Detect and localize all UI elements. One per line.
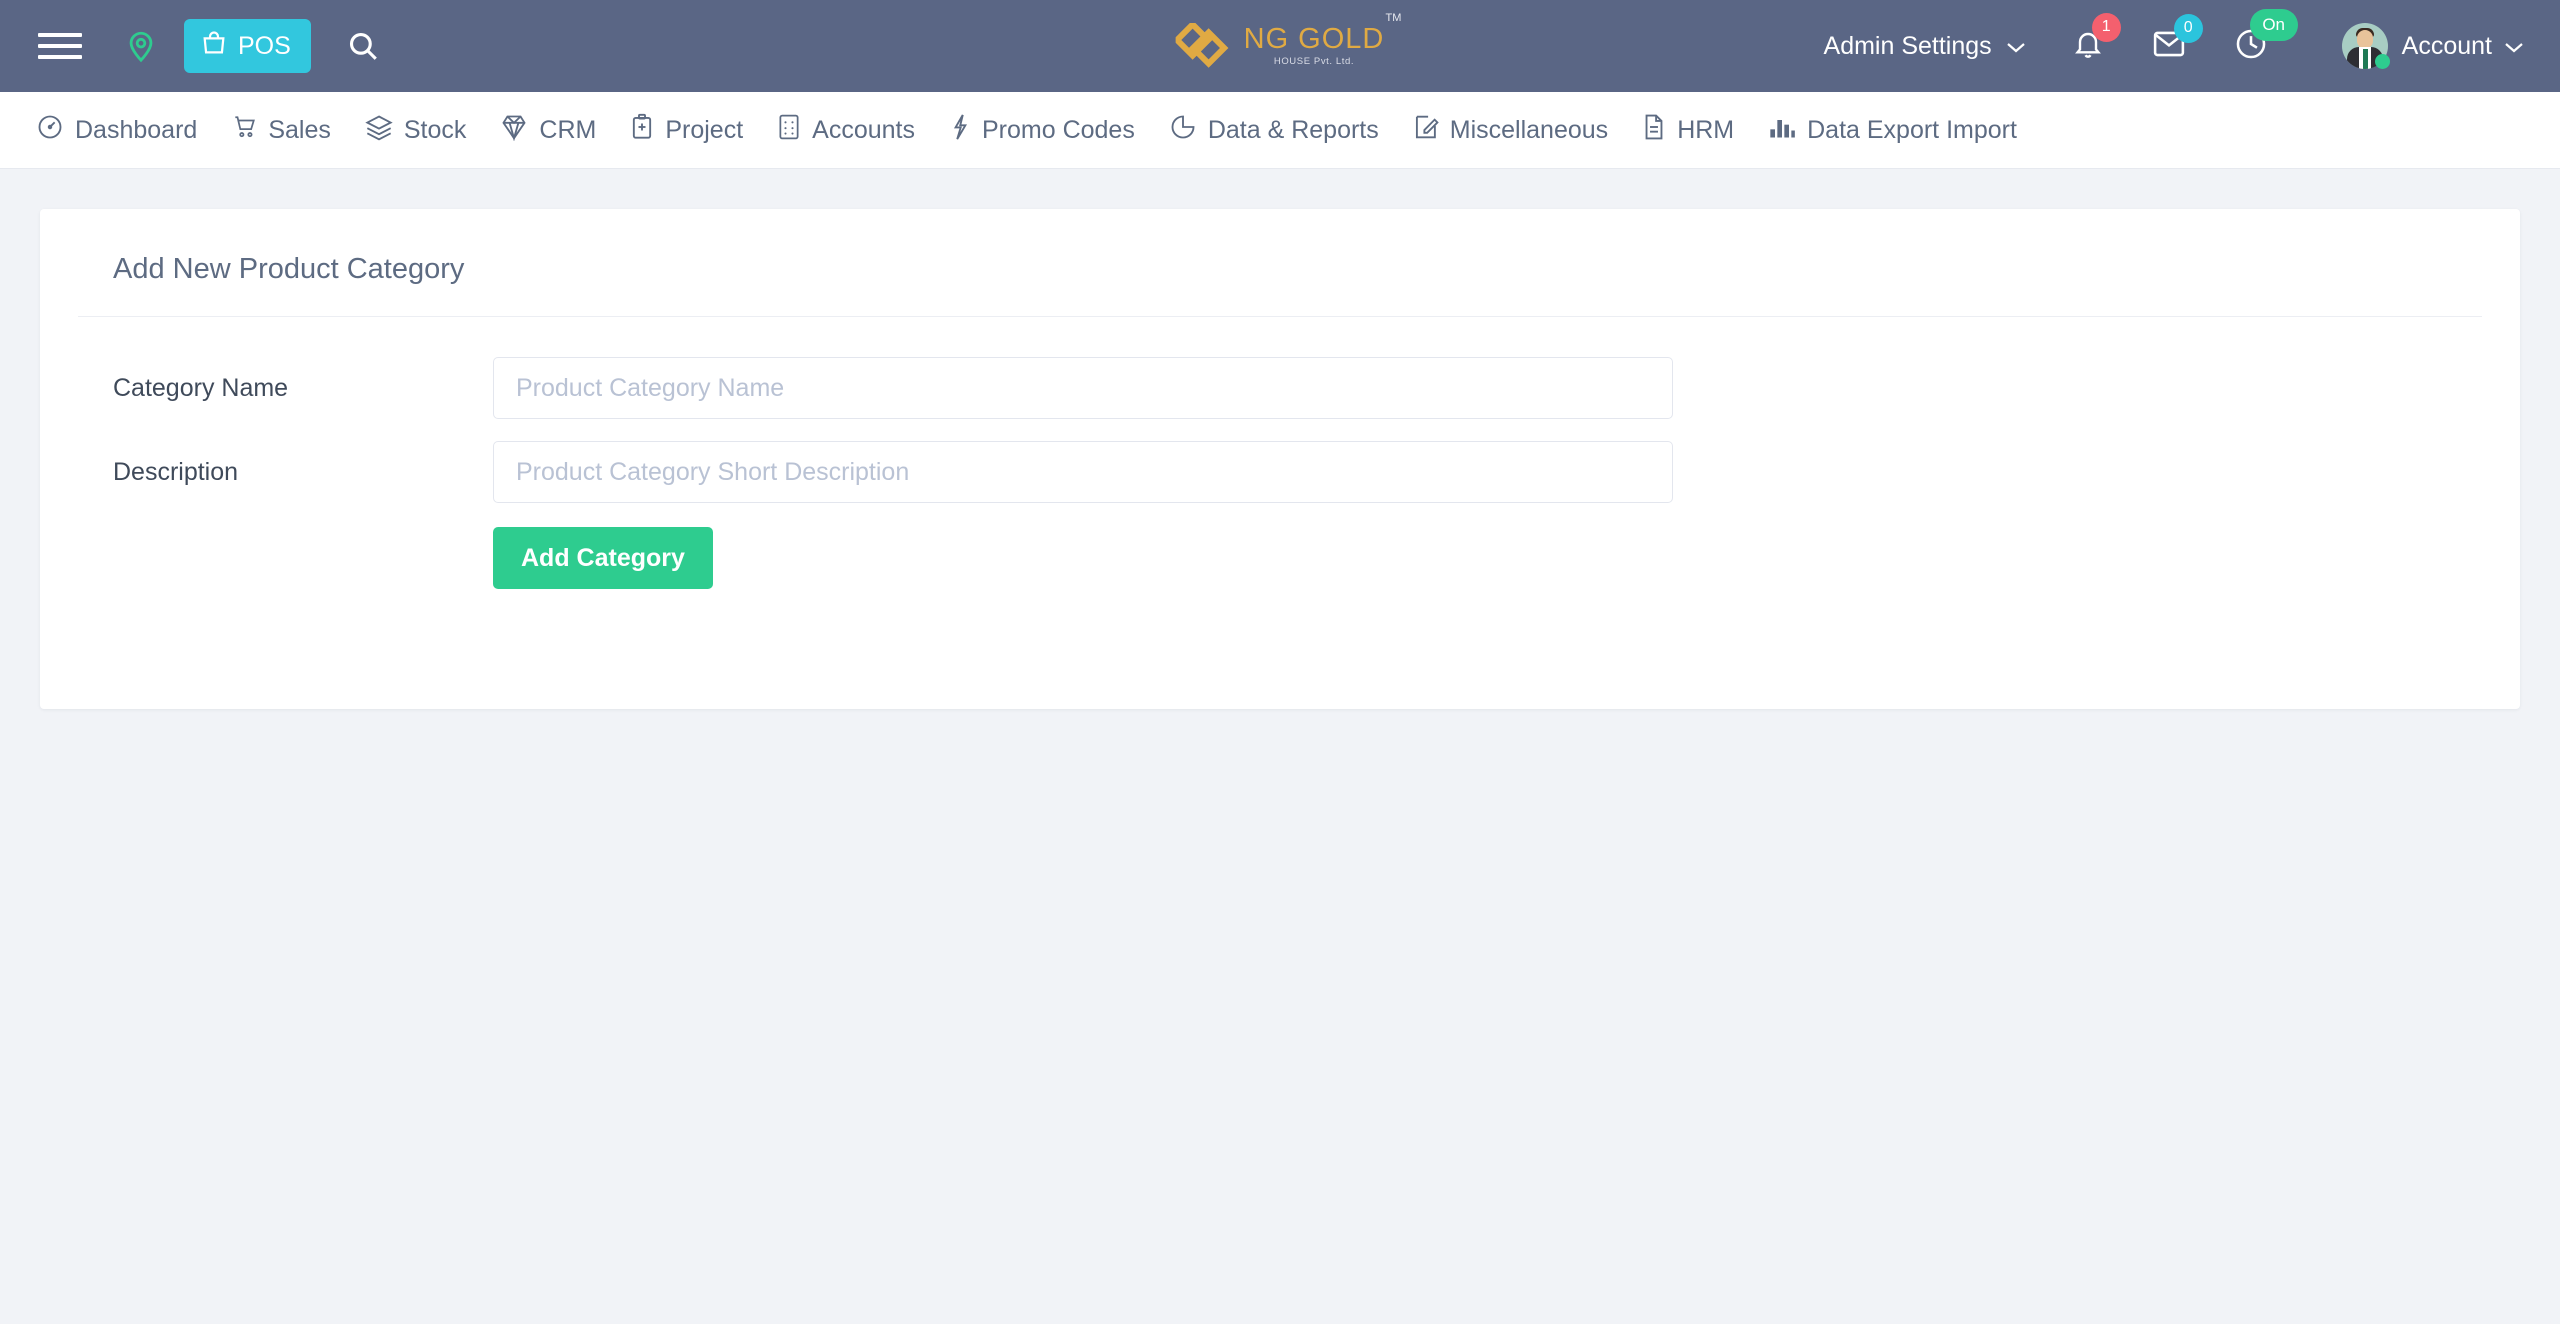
nav-label: Accounts [812, 115, 915, 144]
online-status-dot [2374, 54, 2390, 69]
clock-icon [2234, 29, 2268, 65]
nav-item-project[interactable]: Project [630, 113, 743, 148]
nav-label: Data Export Import [1807, 115, 2017, 144]
category-name-input[interactable] [493, 357, 1673, 419]
logo-main-text: NG GOLD [1243, 23, 1385, 55]
admin-settings-menu[interactable]: Admin Settings [1824, 32, 2026, 61]
messages-badge: 0 [2173, 13, 2203, 43]
shopping-bag-icon [200, 28, 228, 65]
messages-button[interactable]: 0 [2152, 13, 2203, 65]
nav-label: CRM [539, 115, 597, 144]
hamburger-icon[interactable] [38, 29, 82, 63]
hamburger-bar [38, 44, 82, 48]
map-pin-icon[interactable] [124, 27, 158, 65]
avatar-head [2356, 30, 2373, 48]
nav-item-dashboard[interactable]: Dashboard [36, 113, 197, 148]
nav-label: Stock [403, 115, 467, 144]
edit-square-icon [1413, 113, 1439, 148]
nav-label: Dashboard [75, 115, 198, 144]
logo-text: NG GOLD TM HOUSE Pvt. Ltd. [1243, 12, 1402, 67]
envelope-icon [2152, 31, 2186, 64]
nav-item-sales[interactable]: Sales [231, 113, 331, 148]
nav-item-stock[interactable]: Stock [365, 113, 467, 148]
form-row-description: Description [78, 441, 2482, 503]
category-name-label: Category Name [113, 373, 289, 402]
nav-item-crm[interactable]: CRM [500, 113, 596, 148]
nav-label: Miscellaneous [1449, 115, 1609, 144]
speedometer-icon [36, 113, 64, 148]
pos-button-label: POS [238, 31, 291, 60]
admin-settings-label: Admin Settings [1823, 31, 1992, 60]
notifications-button[interactable]: 1 [2072, 12, 2121, 66]
chevron-down-icon [2006, 32, 2026, 61]
nav-item-data-export-import[interactable]: Data Export Import [1768, 114, 2017, 147]
bar-chart-icon [1768, 114, 1796, 147]
document-icon [1642, 113, 1666, 148]
nav-item-accounts[interactable]: Accounts [777, 113, 915, 148]
pie-chart-icon [1169, 113, 1197, 148]
nav-item-miscellaneous[interactable]: Miscellaneous [1413, 113, 1608, 148]
description-input[interactable] [493, 441, 1673, 503]
nav-item-data-reports[interactable]: Data & Reports [1169, 113, 1379, 148]
shopping-cart-icon [231, 113, 257, 148]
pos-button[interactable]: POS [184, 19, 311, 73]
clock-status-badge: On [2249, 8, 2298, 41]
diamond-icon [500, 113, 528, 148]
header-right-group: Admin Settings 1 0 On Account [1824, 8, 2560, 69]
add-category-form: Category Name Description Add Category [78, 317, 2482, 589]
account-menu-label: Account [2401, 31, 2492, 60]
avatar[interactable] [2341, 23, 2390, 69]
header-left-group: POS [0, 19, 385, 73]
hamburger-bar [38, 55, 82, 59]
add-product-category-card: Add New Product Category Category Name D… [40, 209, 2520, 709]
page-title: Add New Product Category [78, 209, 2482, 317]
nav-label: Data & Reports [1207, 115, 1379, 144]
form-actions: Add Category [78, 527, 2482, 589]
top-header: POS NG GOLD TM HOUSE Pvt. Ltd. Admin Set… [0, 0, 2560, 92]
hamburger-bar [38, 33, 82, 37]
briefcase-icon [630, 113, 654, 148]
add-category-button[interactable]: Add Category [493, 527, 713, 589]
logo-mark-icon [1172, 20, 1234, 69]
form-row-category-name: Category Name [78, 357, 2482, 419]
notifications-badge: 1 [2091, 12, 2121, 42]
form-actions-spacer [78, 527, 493, 589]
calculator-icon [777, 113, 801, 148]
clock-status-button[interactable]: On [2234, 8, 2298, 66]
logo-sub-text: HOUSE Pvt. Ltd. [1273, 56, 1355, 67]
description-label: Description [113, 457, 239, 486]
brand-logo[interactable]: NG GOLD TM HOUSE Pvt. Ltd. [1172, 12, 1402, 69]
logo-tm-text: TM [1385, 12, 1402, 24]
nav-item-hrm[interactable]: HRM [1642, 113, 1734, 148]
nav-label: Project [665, 115, 744, 144]
main-content: Add New Product Category Category Name D… [0, 169, 2560, 749]
bell-icon [2072, 32, 2104, 65]
avatar-tie [2362, 49, 2368, 69]
main-navigation: Dashboard Sales Stock CRM Project Accoun… [0, 92, 2560, 169]
layers-icon [365, 113, 393, 148]
nav-label: Sales [268, 115, 331, 144]
nav-item-promo-codes[interactable]: Promo Codes [949, 113, 1135, 148]
chevron-down-icon [2504, 32, 2524, 61]
nav-label: Promo Codes [981, 115, 1135, 144]
account-menu[interactable]: Account [2402, 32, 2524, 61]
search-icon[interactable] [341, 24, 385, 68]
nav-label: HRM [1677, 115, 1735, 144]
lightning-bolt-icon [949, 113, 971, 148]
